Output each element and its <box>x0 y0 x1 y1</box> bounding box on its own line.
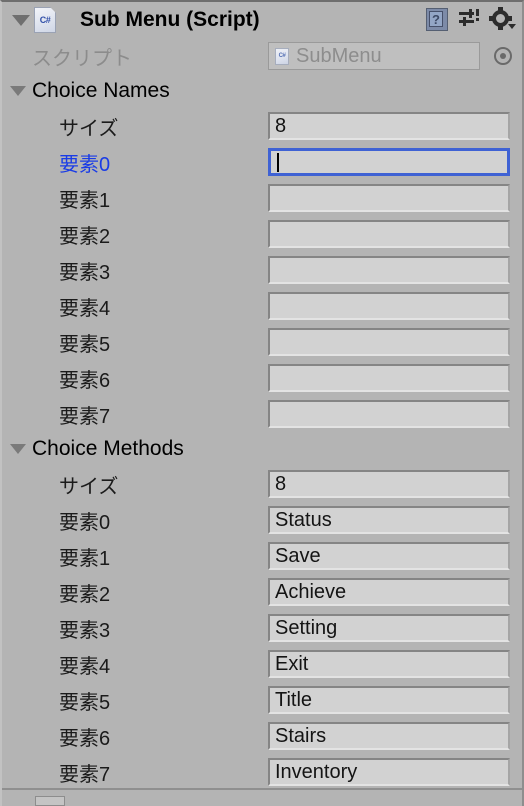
script-row: スクリプト SubMenu <box>2 38 522 74</box>
csharp-script-icon <box>275 47 289 65</box>
array-element-row: 要素4 Exit <box>2 646 522 682</box>
sections-container: Choice Names サイズ 8 要素0 要素1 要素2 要素3 要素4 要素5 要素6 要素7… <box>2 74 522 790</box>
array-element-input[interactable]: Inventory <box>268 758 510 786</box>
array-element-input[interactable] <box>268 400 510 428</box>
array-element-label: 要素3 <box>59 619 111 642</box>
array-element-label: 要素4 <box>59 297 111 320</box>
array-element-row: 要素6 <box>2 360 522 396</box>
array-element-input[interactable]: Title <box>268 686 510 714</box>
array-element-row: 要素4 <box>2 288 522 324</box>
array-element-label: 要素1 <box>59 547 111 570</box>
script-label: スクリプト <box>32 47 132 70</box>
array-element-value: Stairs <box>275 725 327 747</box>
array-size-label: サイズ <box>59 117 119 140</box>
section-title: Choice Methods <box>32 437 184 460</box>
array-element-input[interactable]: Stairs <box>268 722 510 750</box>
array-element-label: 要素4 <box>59 655 111 678</box>
component-header[interactable]: Sub Menu (Script) <box>2 2 522 38</box>
array-element-value: Status <box>275 509 332 531</box>
array-size-input[interactable]: 8 <box>268 470 510 498</box>
array-element-row: 要素3 Setting <box>2 610 522 646</box>
settings-button[interactable] <box>489 6 516 32</box>
array-size-row: サイズ 8 <box>2 108 522 144</box>
array-element-row: 要素6 Stairs <box>2 718 522 754</box>
array-element-value: Title <box>275 689 313 711</box>
array-element-label: 要素0 <box>59 153 111 176</box>
array-element-value: Inventory <box>275 761 358 783</box>
array-element-label: 要素7 <box>59 763 111 786</box>
array-element-row: 要素7 <box>2 396 522 432</box>
array-element-label: 要素3 <box>59 261 111 284</box>
preset-sliders-icon <box>458 8 482 32</box>
array-element-label: 要素2 <box>59 583 111 606</box>
array-element-input[interactable] <box>268 256 510 284</box>
array-element-label: 要素7 <box>59 405 111 428</box>
array-element-row: 要素1 <box>2 180 522 216</box>
array-size-row: サイズ 8 <box>2 466 522 502</box>
array-element-label: 要素6 <box>59 727 111 750</box>
array-element-value: Exit <box>275 653 309 675</box>
inspector-panel: Sub Menu (Script) スクリプト <box>0 0 524 806</box>
script-object-field[interactable]: SubMenu <box>268 42 480 70</box>
array-element-row: 要素2 <box>2 216 522 252</box>
preset-button[interactable] <box>458 6 484 32</box>
bottom-partial-strip <box>2 788 522 806</box>
array-element-row: 要素2 Achieve <box>2 574 522 610</box>
array-element-input[interactable]: Status <box>268 506 510 534</box>
array-element-value: Setting <box>275 617 338 639</box>
array-element-row: 要素0 <box>2 144 522 180</box>
component-title: Sub Menu (Script) <box>80 8 260 31</box>
circle-select-icon[interactable] <box>494 47 512 65</box>
header-icon-group <box>426 6 516 32</box>
help-book-icon <box>426 8 448 31</box>
array-element-input[interactable] <box>268 184 510 212</box>
array-element-row: 要素5 Title <box>2 682 522 718</box>
gear-dropdown-icon <box>489 7 516 32</box>
triangle-down-icon <box>12 14 30 26</box>
array-size-label: サイズ <box>59 475 119 498</box>
array-element-label: 要素2 <box>59 225 111 248</box>
section-header[interactable]: Choice Names <box>2 74 522 108</box>
array-element-row: 要素7 Inventory <box>2 754 522 790</box>
section-title: Choice Names <box>32 79 170 102</box>
component-foldout-toggle[interactable] <box>10 2 32 38</box>
array-element-label: 要素5 <box>59 333 111 356</box>
section-header[interactable]: Choice Methods <box>2 432 522 466</box>
bottom-chip <box>35 796 65 806</box>
array-element-input[interactable] <box>268 328 510 356</box>
array-element-row: 要素3 <box>2 252 522 288</box>
triangle-down-icon <box>10 86 26 96</box>
array-element-input[interactable]: Save <box>268 542 510 570</box>
array-element-input[interactable]: Exit <box>268 650 510 678</box>
array-element-row: 要素1 Save <box>2 538 522 574</box>
array-element-input[interactable]: Setting <box>268 614 510 642</box>
text-caret <box>277 152 279 172</box>
csharp-script-icon <box>34 7 56 33</box>
array-size-input[interactable]: 8 <box>268 112 510 140</box>
help-button[interactable] <box>426 6 452 32</box>
array-element-input[interactable]: Achieve <box>268 578 510 606</box>
array-element-input[interactable] <box>268 364 510 392</box>
array-element-label: 要素1 <box>59 189 111 212</box>
array-element-input[interactable] <box>268 292 510 320</box>
array-size-value: 8 <box>275 115 287 137</box>
array-element-row: 要素0 Status <box>2 502 522 538</box>
array-element-input[interactable] <box>268 148 510 176</box>
array-element-label: 要素6 <box>59 369 111 392</box>
array-size-value: 8 <box>275 473 287 495</box>
triangle-down-icon <box>10 444 26 454</box>
array-element-value: Achieve <box>275 581 347 603</box>
array-element-label: 要素5 <box>59 691 111 714</box>
script-object-value: SubMenu <box>296 44 382 67</box>
array-element-label: 要素0 <box>59 511 111 534</box>
array-element-row: 要素5 <box>2 324 522 360</box>
array-element-value: Save <box>275 545 321 567</box>
array-element-input[interactable] <box>268 220 510 248</box>
